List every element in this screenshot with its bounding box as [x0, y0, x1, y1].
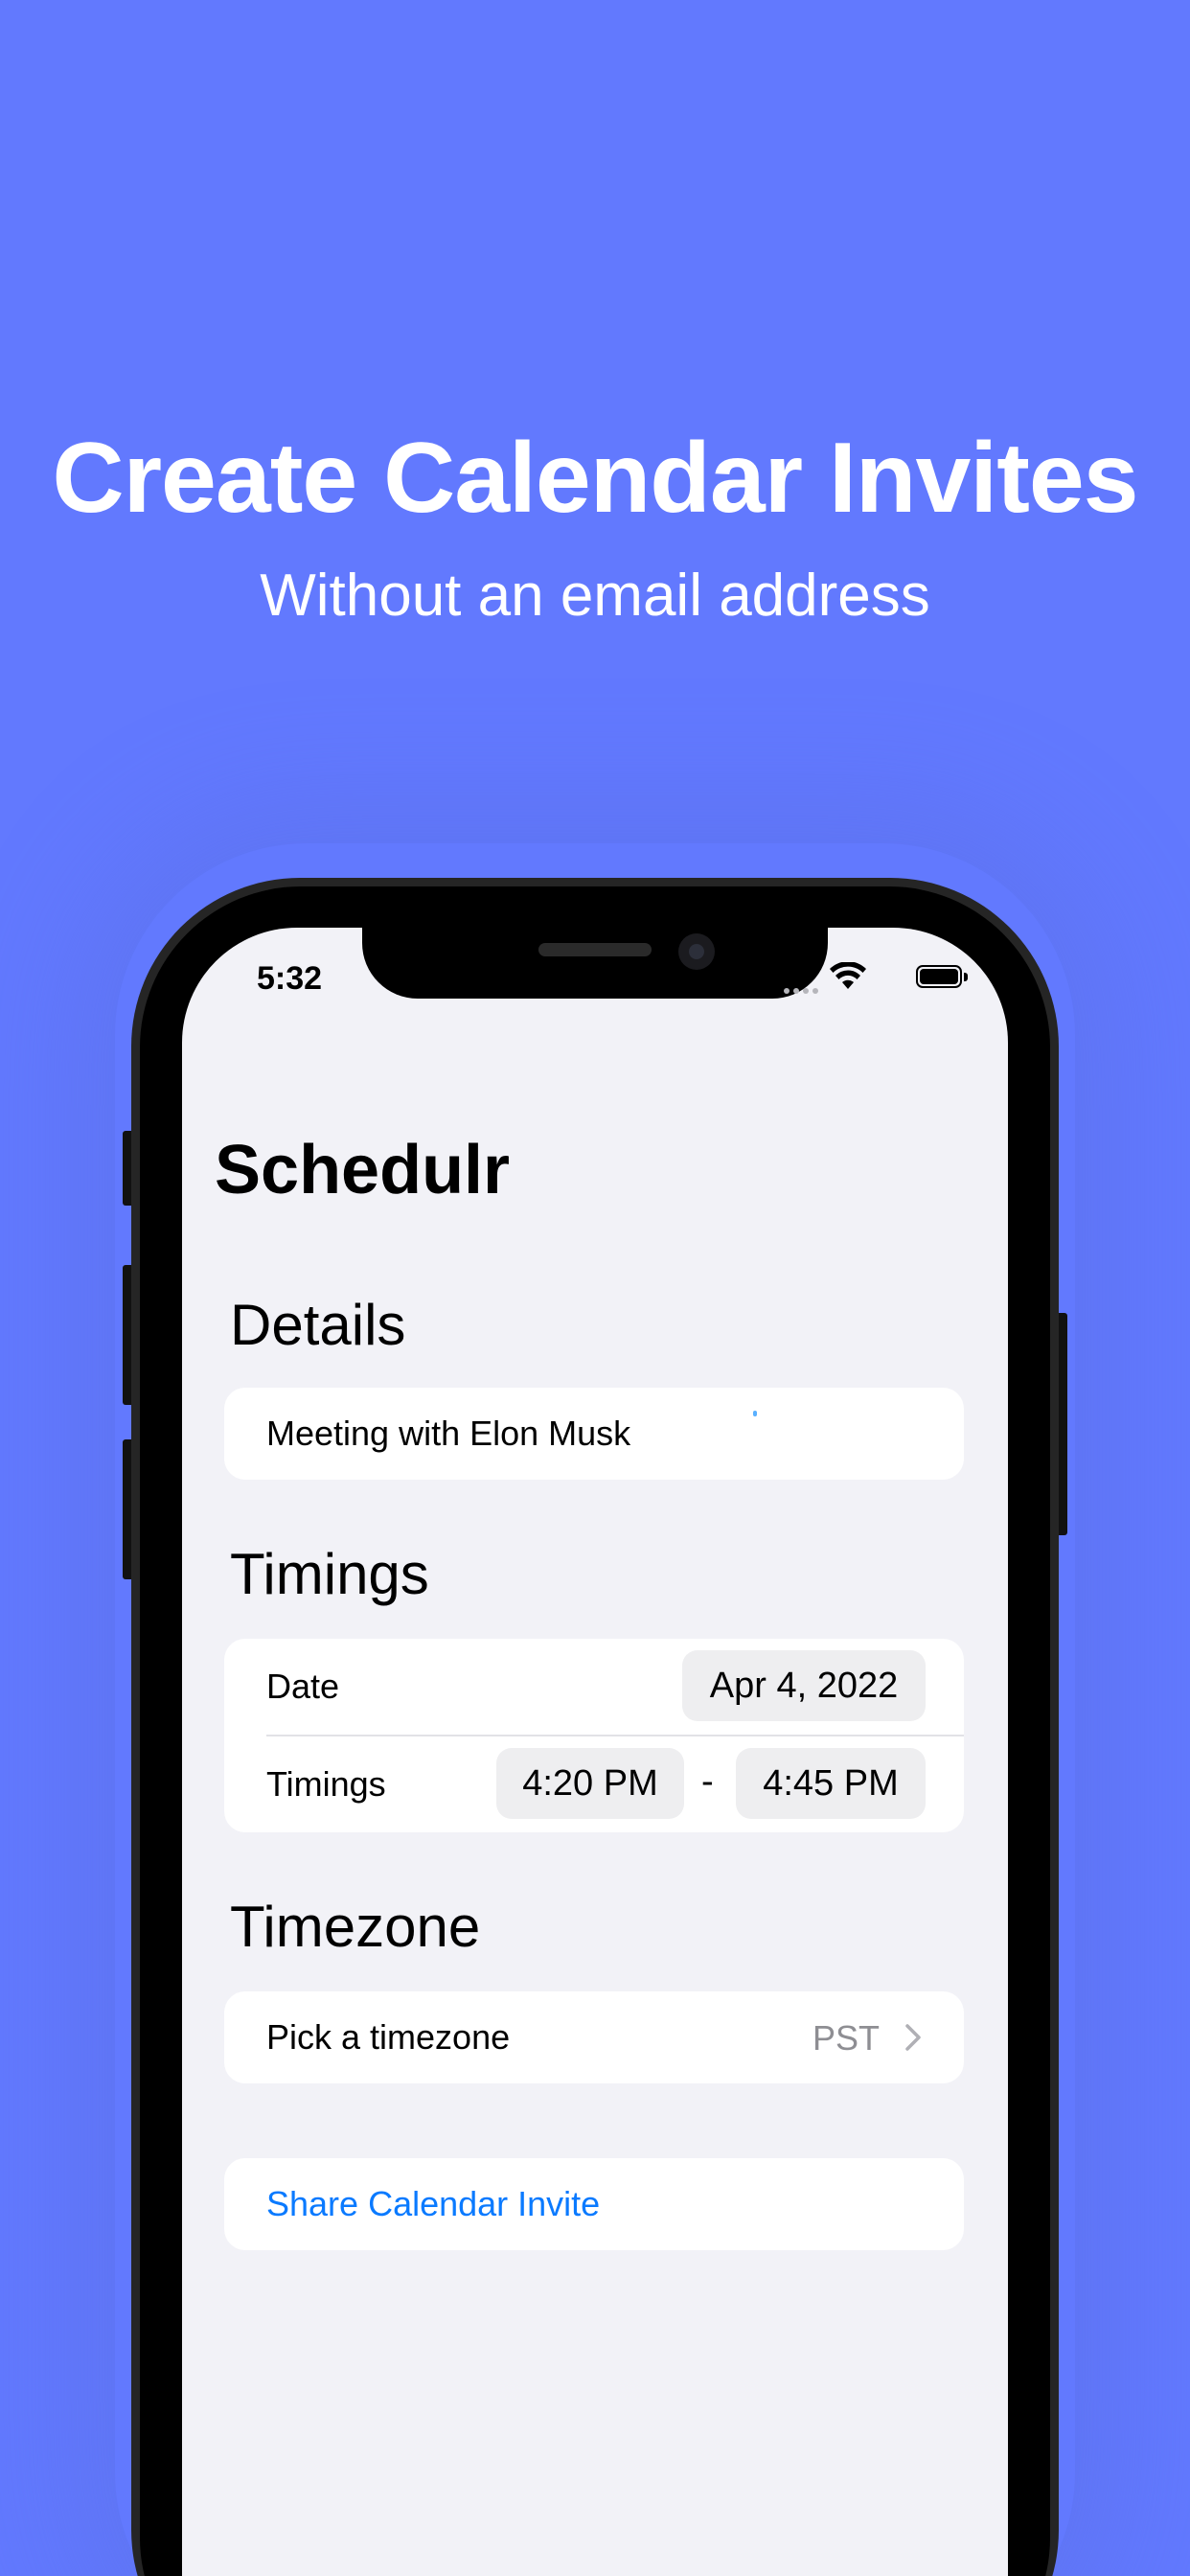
- timings-card: Date Apr 4, 2022 Timings 4:20 PM - 4:45 …: [224, 1639, 964, 1832]
- signal-dots-icon: [784, 981, 822, 994]
- app-title: Schedulr: [215, 1132, 511, 1208]
- chevron-right-icon: [905, 2024, 921, 2051]
- date-label: Date: [266, 1667, 340, 1706]
- end-time-picker-button[interactable]: 4:45 PM: [736, 1748, 926, 1819]
- details-section-title: Details: [230, 1293, 406, 1357]
- promo-headline: Create Calendar Invites: [52, 423, 1138, 534]
- event-title-value[interactable]: Meeting with Elon Musk: [266, 1414, 630, 1454]
- timezone-picker-label: Pick a timezone: [266, 2017, 511, 2057]
- timings-section-title: Timings: [230, 1542, 429, 1606]
- start-time-picker-button[interactable]: 4:20 PM: [496, 1748, 684, 1819]
- time-separator: -: [701, 1761, 714, 1802]
- share-button-label[interactable]: Share Calendar Invite: [266, 2184, 600, 2224]
- row-divider: [266, 1735, 964, 1736]
- status-icons: [776, 962, 968, 994]
- wifi-icon: [830, 962, 866, 989]
- battery-icon: [916, 965, 962, 988]
- battery-cap: [964, 973, 968, 981]
- details-card: Meeting with Elon Musk: [224, 1388, 964, 1480]
- time-label: Timings: [266, 1764, 386, 1804]
- phone-screen: 5:32 Schedulr Details Meeting with Elon …: [182, 928, 1008, 2576]
- status-time: 5:32: [257, 960, 323, 997]
- speaker-grille: [538, 943, 652, 956]
- timezone-section-title: Timezone: [230, 1895, 481, 1959]
- share-calendar-invite-button[interactable]: Share Calendar Invite: [224, 2158, 964, 2250]
- share-row-content: Share Calendar Invite: [266, 2158, 964, 2250]
- front-camera: [678, 933, 715, 970]
- notch: [362, 928, 828, 999]
- timezone-picker-value: PST: [812, 2018, 880, 2058]
- event-title-field[interactable]: Meeting with Elon Musk: [266, 1388, 964, 1480]
- timezone-picker-row[interactable]: Pick a timezone PST: [224, 1991, 964, 2083]
- promo-subheadline: Without an email address: [260, 563, 930, 629]
- date-picker-button[interactable]: Apr 4, 2022: [682, 1650, 926, 1721]
- text-cursor: [753, 1411, 757, 1416]
